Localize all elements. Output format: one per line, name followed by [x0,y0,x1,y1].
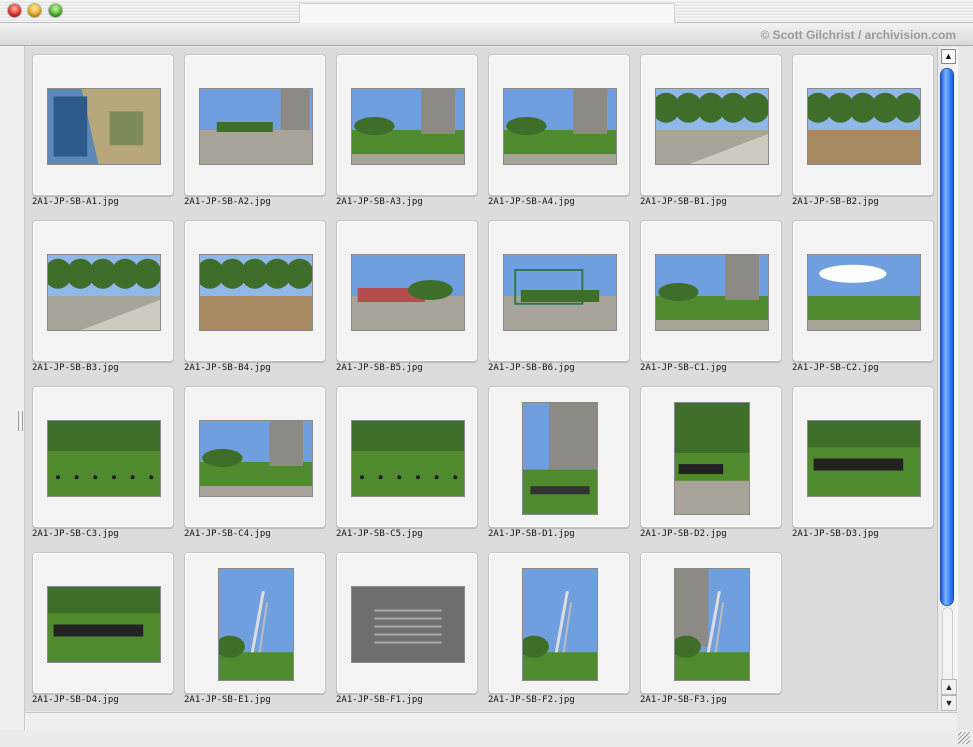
scrollbar-track[interactable] [942,607,953,685]
arrow-down-icon[interactable]: ▼ [941,695,957,711]
thumbnail-image [674,401,750,515]
thumbnail-cell[interactable] [336,552,478,694]
minimize-window-button[interactable] [28,4,41,17]
thumbnail-filename: 2A1-JP-SB-E1.jpg [184,695,271,705]
thumbnail-cell[interactable] [488,220,630,362]
thumbnail-cell[interactable] [640,386,782,528]
copyright-credit: © Scott Gilchrist / archivision.com [760,28,956,42]
thumbnail-filename: 2A1-JP-SB-B3.jpg [32,363,119,373]
thumbnail-cell[interactable] [640,54,782,196]
thumbnail-image [218,567,294,681]
zoom-window-button[interactable] [49,4,62,17]
thumbnail-filename: 2A1-JP-SB-C2.jpg [792,363,879,373]
thumbnail-cell[interactable] [792,220,934,362]
thumbnail-cell[interactable] [32,54,174,196]
thumbnail-cell[interactable] [792,386,934,528]
thumbnail-image [199,87,313,165]
thumbnail-image [47,419,161,497]
thumbnail-image [674,567,750,681]
left-panel-strip [0,46,25,730]
thumbnail-filename: 2A1-JP-SB-C1.jpg [640,363,727,373]
thumbnail-image [351,585,465,663]
thumbnail-cell[interactable] [640,552,782,694]
thumbnail-image [807,419,921,497]
thumbnail-cell[interactable] [184,386,326,528]
thumbnail-filename: 2A1-JP-SB-A3.jpg [336,197,423,207]
thumbnail-image [503,253,617,331]
window-bottom-bar [0,730,973,747]
thumbnail-image [351,253,465,331]
thumbnail-image [351,419,465,497]
window-title-bar [0,0,973,24]
thumbnail-image [199,419,313,497]
thumbnail-image [807,253,921,331]
thumbnail-filename: 2A1-JP-SB-C5.jpg [336,529,423,539]
thumbnail-cell[interactable] [488,552,630,694]
thumbnail-image [503,87,617,165]
thumbnail-filename: 2A1-JP-SB-D2.jpg [640,529,727,539]
thumbnail-filename: 2A1-JP-SB-C4.jpg [184,529,271,539]
thumbnail-filename: 2A1-JP-SB-F1.jpg [336,695,423,705]
thumbnail-image [655,253,769,331]
thumbnail-image [47,585,161,663]
panel-resize-grip[interactable] [18,411,23,431]
thumbnail-filename: 2A1-JP-SB-B5.jpg [336,363,423,373]
thumbnail-cell[interactable] [488,54,630,196]
thumbnail-image [655,87,769,165]
thumbnail-filename: 2A1-JP-SB-B1.jpg [640,197,727,207]
thumbnail-grid: 2A1-JP-SB-A1.jpg 2A1-JP-SB-A2.jpg 2A1-JP-S… [25,47,937,711]
vertical-scrollbar[interactable]: ▲ ▲ ▼ [937,47,958,711]
thumbnail-filename: 2A1-JP-SB-C3.jpg [32,529,119,539]
thumbnail-cell[interactable] [184,54,326,196]
thumbnail-cell[interactable] [32,386,174,528]
thumbnail-cell[interactable] [184,220,326,362]
thumbnail-cell[interactable] [336,220,478,362]
thumbnail-image [807,87,921,165]
thumbnail-filename: 2A1-JP-SB-A4.jpg [488,197,575,207]
thumbnail-filename: 2A1-JP-SB-B2.jpg [792,197,879,207]
thumbnail-filename: 2A1-JP-SB-B6.jpg [488,363,575,373]
scroll-top-icon[interactable]: ▲ [941,49,956,64]
thumbnail-filename: 2A1-JP-SB-D1.jpg [488,529,575,539]
thumbnail-filename: 2A1-JP-SB-D4.jpg [32,695,119,705]
thumbnail-cell[interactable] [336,386,478,528]
horizontal-scrollbar[interactable] [25,712,957,731]
thumbnail-image [47,253,161,331]
thumbnail-filename: 2A1-JP-SB-D3.jpg [792,529,879,539]
thumbnail-cell[interactable] [488,386,630,528]
thumbnail-image [351,87,465,165]
thumbnail-filename: 2A1-JP-SB-A1.jpg [32,197,119,207]
thumbnail-cell[interactable] [184,552,326,694]
scrollbar-thumb[interactable] [941,69,953,605]
thumbnail-image [522,567,598,681]
thumbnail-cell[interactable] [32,552,174,694]
thumbnail-cell[interactable] [640,220,782,362]
thumbnail-filename: 2A1-JP-SB-B4.jpg [184,363,271,373]
title-bar-tab [299,3,675,24]
resize-handle-icon[interactable] [958,732,970,744]
thumbnail-cell[interactable] [32,220,174,362]
thumbnail-image [47,87,161,165]
credit-bar: © Scott Gilchrist / archivision.com [0,23,973,46]
arrow-up-icon[interactable]: ▲ [941,679,957,695]
thumbnail-image [522,401,598,515]
thumbnail-cell[interactable] [792,54,934,196]
close-window-button[interactable] [8,4,21,17]
thumbnail-filename: 2A1-JP-SB-A2.jpg [184,197,271,207]
thumbnail-image [199,253,313,331]
thumbnail-filename: 2A1-JP-SB-F3.jpg [640,695,727,705]
thumbnail-cell[interactable] [336,54,478,196]
thumbnail-filename: 2A1-JP-SB-F2.jpg [488,695,575,705]
